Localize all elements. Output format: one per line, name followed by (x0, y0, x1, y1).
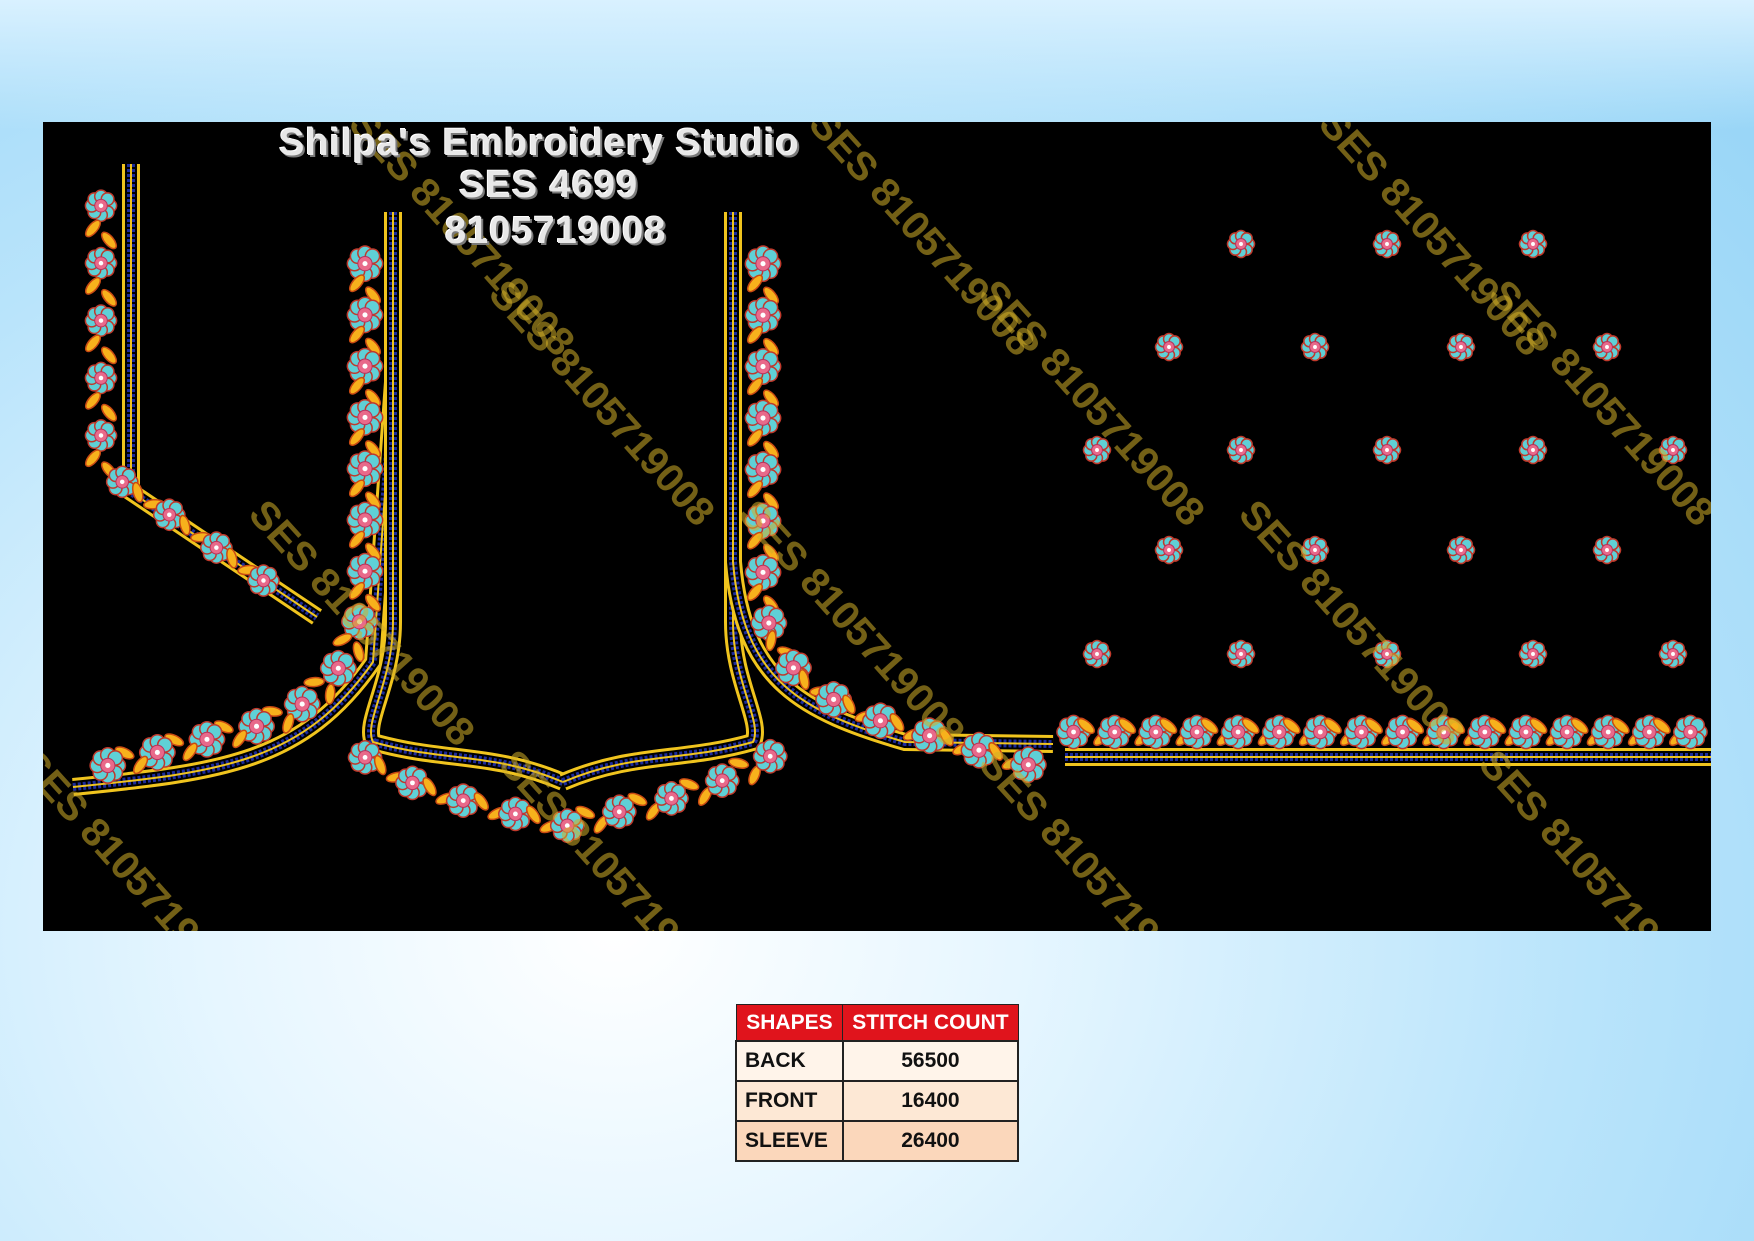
flower-motif (1372, 229, 1402, 259)
flower-motif (346, 399, 384, 436)
left-shoulder-border (72, 212, 402, 796)
header-shapes: SHAPES (735, 1004, 844, 1042)
leaf-motif (84, 391, 102, 410)
flower-motif (1518, 229, 1548, 259)
flower-motif (1154, 332, 1184, 362)
stitch-count-cell: 56500 (841, 1040, 1020, 1082)
flower-motif (84, 419, 118, 452)
table-header-row: SHAPES STITCH COUNT (735, 1004, 1019, 1042)
flower-motif (1154, 535, 1184, 565)
flower-motif (346, 296, 384, 334)
flower-motif (1658, 639, 1688, 669)
flower-motif (346, 501, 384, 539)
flower-motif (704, 763, 740, 799)
flower-motif (1372, 435, 1402, 465)
stitch-count-table: SHAPES STITCH COUNT BACK 56500 FRONT 164… (735, 1004, 1020, 1162)
studio-name: Shilpa's Embroidery Studio (279, 122, 800, 164)
leaf-motif (303, 676, 325, 688)
flower-motif (744, 451, 782, 488)
flower-motif (346, 347, 384, 385)
leaf-motif (373, 754, 387, 776)
flower-motif (247, 564, 280, 597)
flower-motif (744, 245, 782, 283)
flower-motif (1592, 535, 1622, 565)
flower-motif (744, 399, 782, 437)
header-stitch-count: STITCH COUNT (842, 1004, 1019, 1042)
leaf-motif (84, 276, 102, 295)
flower-motif (1226, 435, 1256, 465)
flower-motif (744, 348, 782, 386)
shape-cell: FRONT (735, 1080, 844, 1122)
table-row: BACK 56500 (735, 1040, 1020, 1082)
flower-motif (84, 246, 118, 280)
leaf-motif (84, 449, 102, 468)
background-glow (0, 0, 1754, 130)
flower-motif (84, 304, 118, 337)
flower-motif (346, 450, 384, 488)
flower-motif (1300, 332, 1330, 362)
flower-motif (1446, 332, 1476, 362)
flower-motif (1226, 229, 1256, 259)
flower-motif (89, 747, 127, 784)
flower-motif (1226, 639, 1256, 669)
table-row: FRONT 16400 (735, 1080, 1020, 1122)
table-row: SLEEVE 26400 (735, 1120, 1020, 1162)
flower-motif (1518, 435, 1548, 465)
flower-motif (1592, 332, 1622, 362)
leaf-motif (84, 334, 102, 353)
flower-motif (752, 738, 788, 774)
flower-motif (1082, 639, 1112, 669)
studio-phone: 8105719008 (445, 210, 667, 252)
flower-motif (346, 245, 384, 283)
flower-motif (1518, 639, 1548, 669)
leaf-motif (84, 219, 102, 238)
flower-motif (1446, 535, 1476, 565)
shape-cell: BACK (735, 1040, 844, 1082)
flower-motif (319, 649, 357, 687)
flower-motif (84, 189, 118, 223)
flower-motif (744, 296, 782, 334)
embroidery-design-canvas: SES 8105719008 SES 8105719008 SES 81057190… (43, 122, 1711, 931)
flower-motif (84, 361, 118, 395)
flower-motif (1673, 714, 1708, 750)
stitch-count-cell: 26400 (841, 1120, 1020, 1162)
stitch-count-cell: 16400 (841, 1080, 1020, 1122)
shape-cell: SLEEVE (735, 1120, 844, 1162)
design-code: SES 4699 (459, 164, 639, 206)
